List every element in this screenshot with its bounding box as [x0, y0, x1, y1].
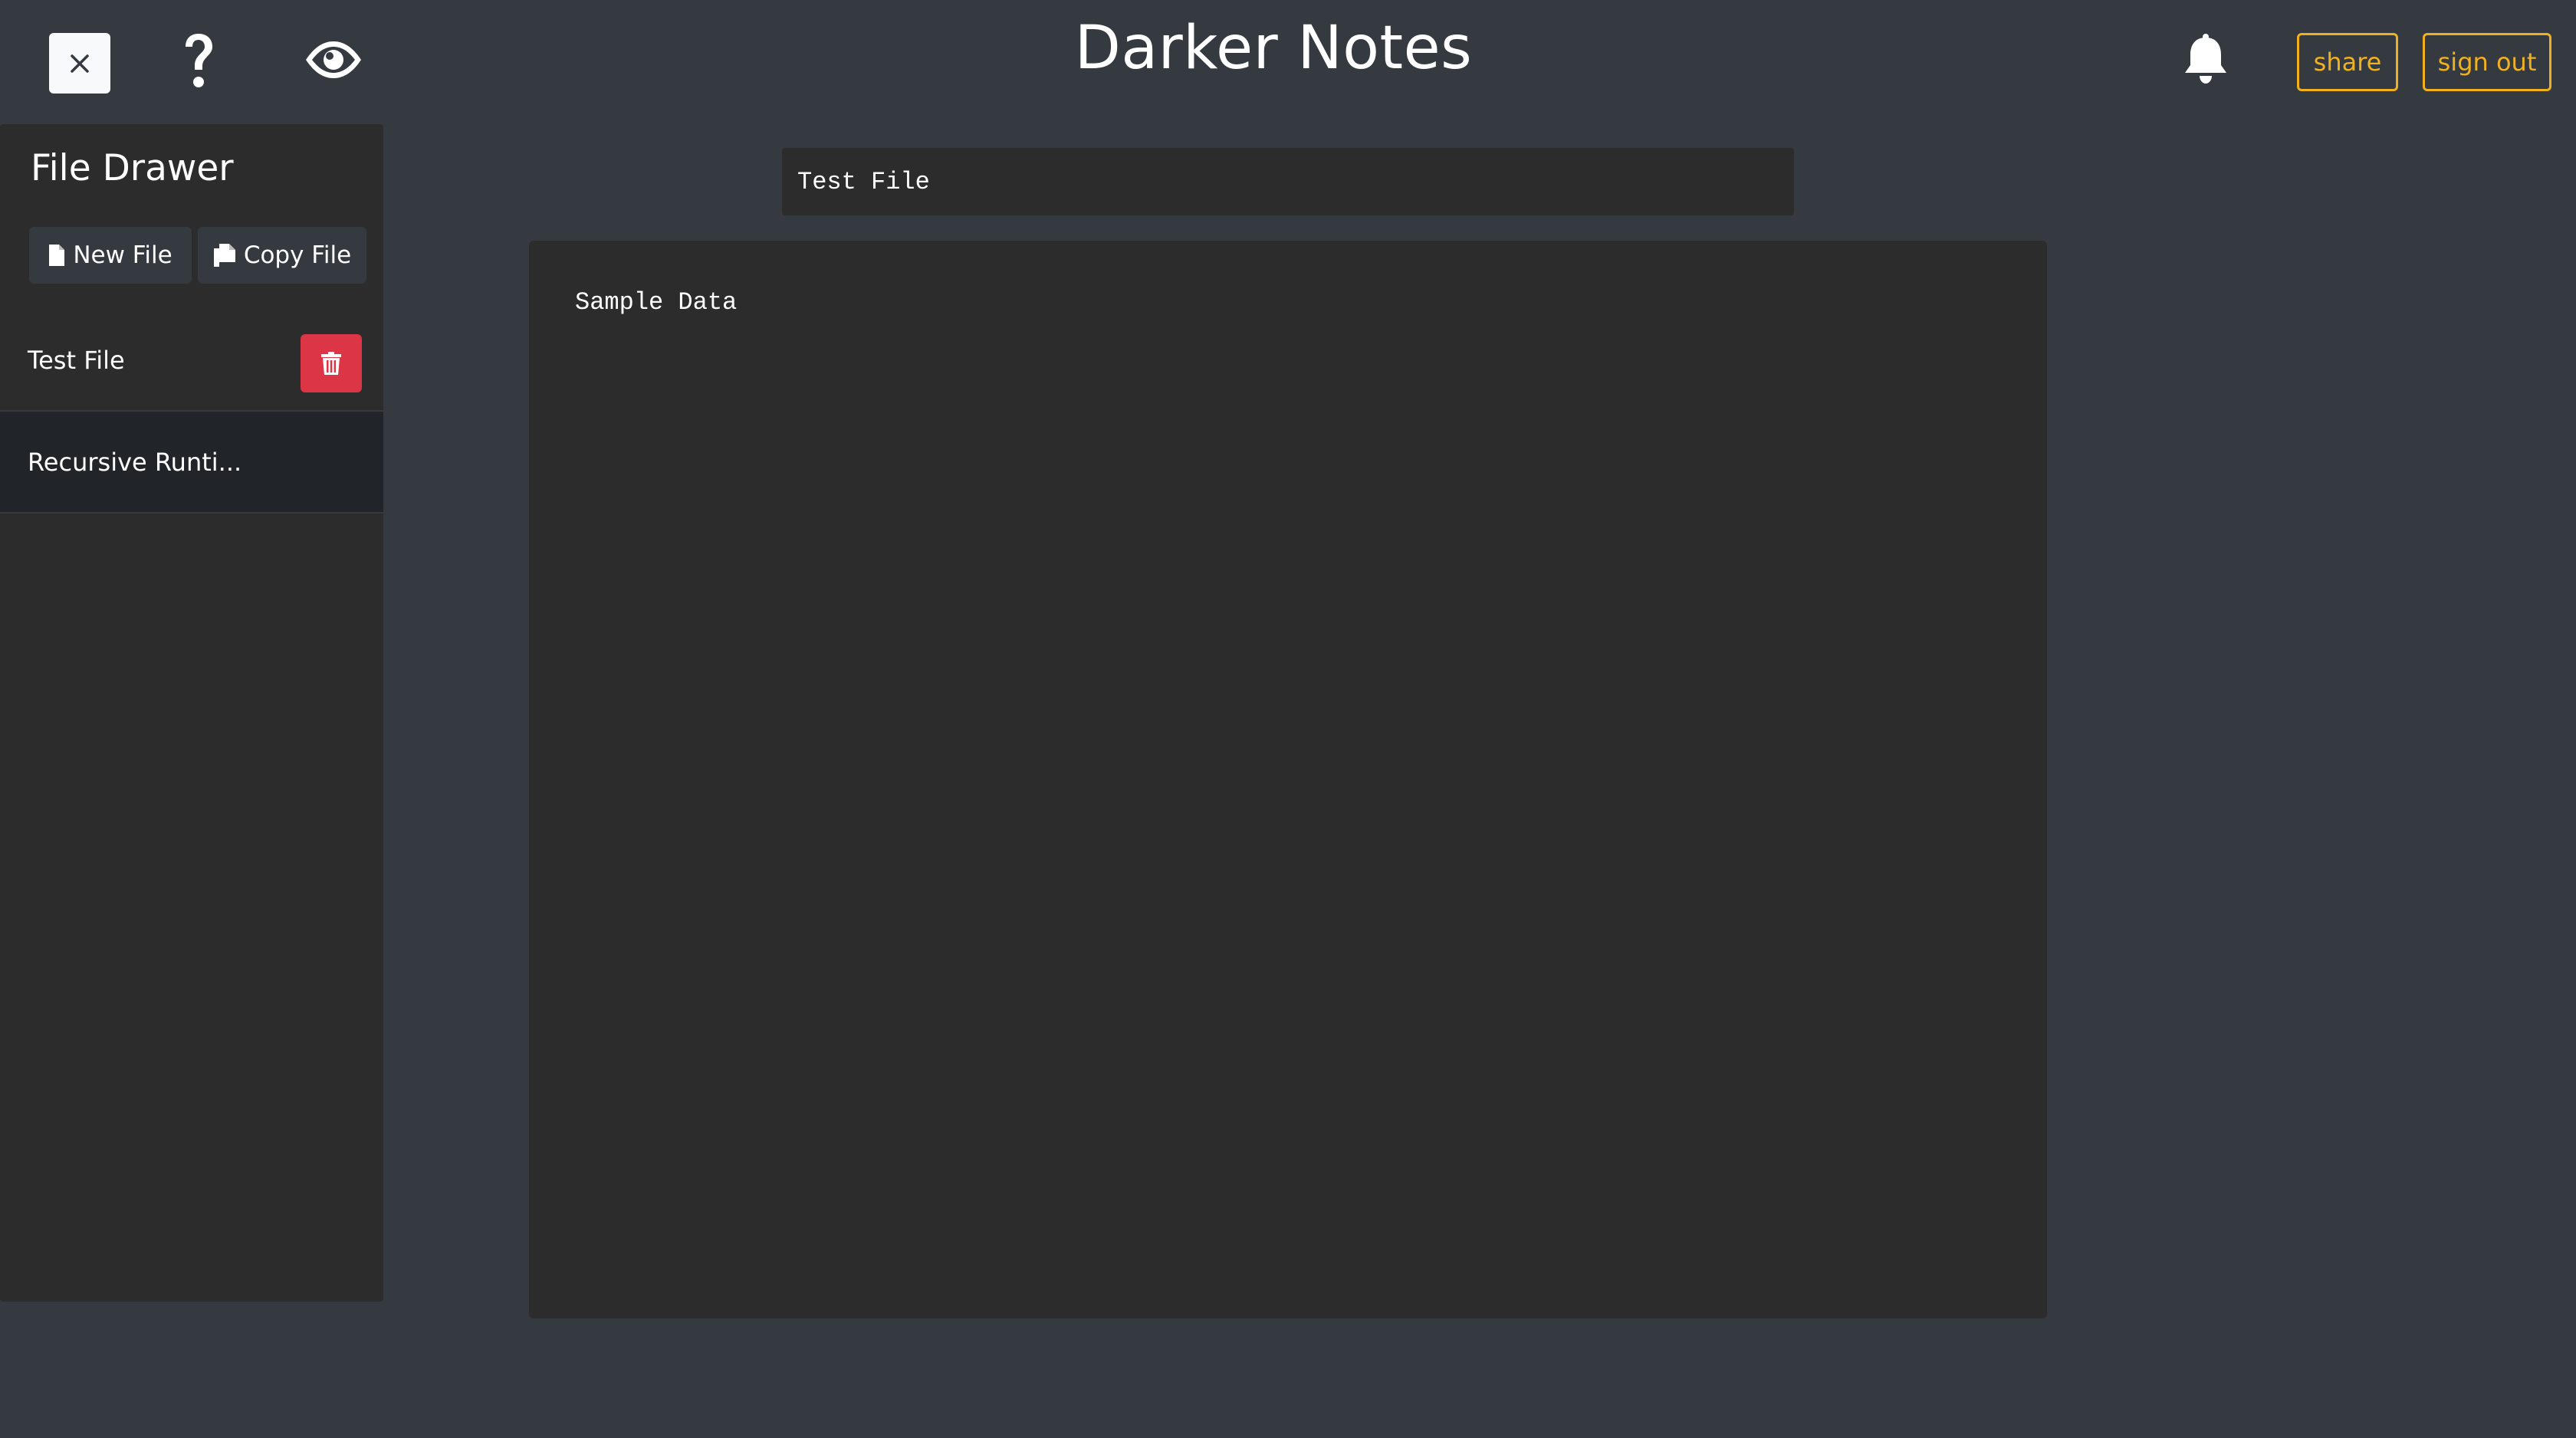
notifications-button[interactable] [2182, 32, 2229, 86]
app-title: Darker Notes [1074, 14, 1473, 83]
copy-file-label: Copy File [243, 241, 352, 269]
file-list: Test File Recursive Runti... [0, 310, 383, 514]
share-button[interactable]: share [2297, 33, 2398, 91]
file-item-recursive-runtime[interactable]: Recursive Runti... [0, 412, 383, 514]
file-name: Test File [28, 345, 125, 375]
file-item-test-file[interactable]: Test File [0, 310, 383, 412]
file-name: Recursive Runti... [28, 447, 242, 477]
new-file-button[interactable]: New File [29, 227, 192, 284]
delete-file-button[interactable] [301, 334, 362, 392]
new-file-label: New File [73, 241, 172, 269]
copy-file-button[interactable]: Copy File [198, 227, 366, 284]
file-icon [49, 245, 65, 266]
note-body-editor[interactable]: Sample Data [529, 241, 2047, 1318]
bell-icon [2185, 34, 2226, 84]
drawer-title: File Drawer [31, 147, 234, 189]
sign-out-button[interactable]: sign out [2423, 33, 2551, 91]
trash-icon [321, 352, 341, 375]
copy-icon [213, 244, 235, 267]
file-drawer: File Drawer New File Copy File Test File [0, 124, 383, 1302]
file-title-input[interactable] [782, 148, 1794, 215]
